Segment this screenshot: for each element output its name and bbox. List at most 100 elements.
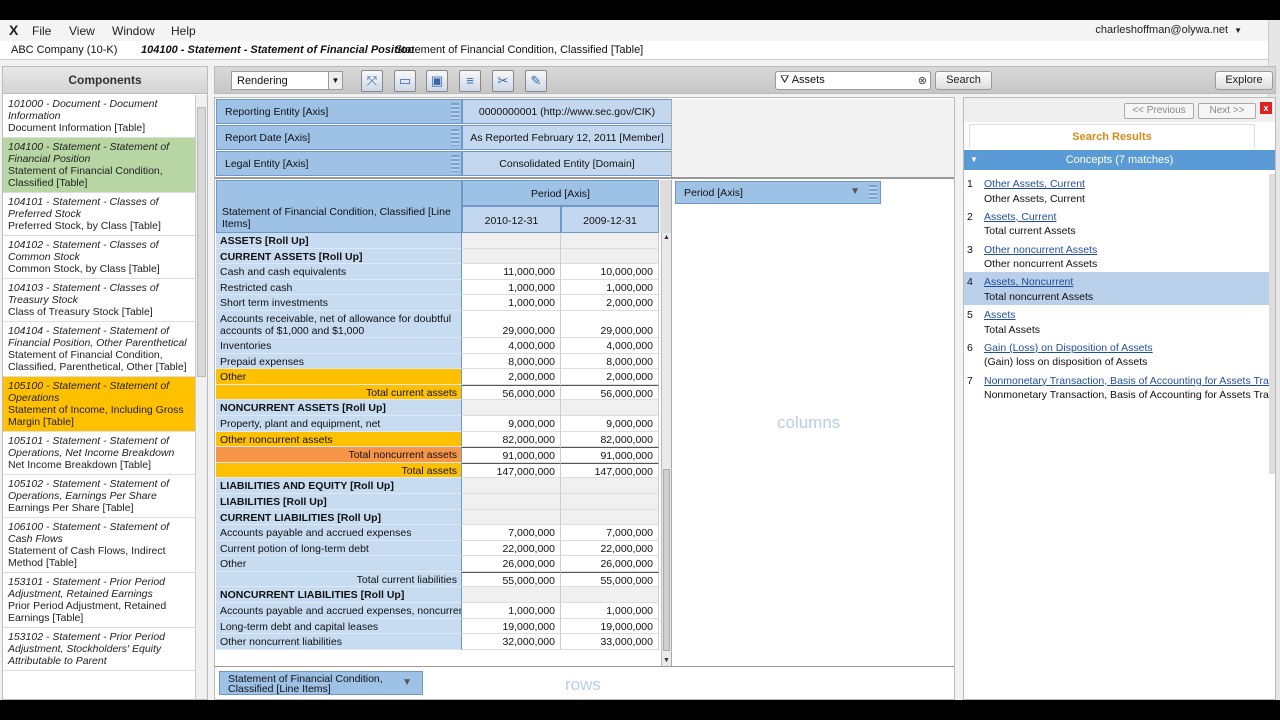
menu-view[interactable]: View xyxy=(69,24,95,38)
fact-value[interactable]: 22,000,000 xyxy=(561,540,659,557)
table-row[interactable]: Current potion of long-term debt 22,000,0… xyxy=(216,540,661,557)
scroll-down-icon[interactable]: ▼ xyxy=(662,656,671,666)
explore-button[interactable]: Explore xyxy=(1215,71,1273,90)
menu-window[interactable]: Window xyxy=(112,24,155,38)
fact-value[interactable]: 33,000,000 xyxy=(561,634,659,650)
fact-value[interactable] xyxy=(561,509,659,526)
table-row[interactable]: Long-term debt and capital leases 19,000,… xyxy=(216,618,661,635)
fact-value[interactable]: 91,000,000 xyxy=(561,447,659,463)
results-scrollbar[interactable] xyxy=(1269,174,1275,474)
axis-value[interactable]: 0000000001 (http://www.sec.gov/CIK) xyxy=(462,99,672,124)
fact-value[interactable] xyxy=(561,587,659,604)
fact-value[interactable]: 22,000,000 xyxy=(462,540,561,557)
component-item[interactable]: 104103 - Statement - Classes of Treasury… xyxy=(3,279,196,322)
fit-view-icon[interactable]: ⤧ xyxy=(361,70,383,92)
fact-value[interactable] xyxy=(462,509,561,526)
fact-value[interactable]: 82,000,000 xyxy=(462,431,561,448)
fact-value[interactable] xyxy=(561,493,659,510)
drag-handle-icon[interactable] xyxy=(451,129,459,146)
table-row[interactable]: ASSETS [Roll Up] xyxy=(216,233,661,249)
table-row[interactable]: Total noncurrent assets 91,000,000 91,000,… xyxy=(216,447,661,463)
chevron-down-icon[interactable]: ▼ xyxy=(402,678,412,688)
table-row[interactable]: CURRENT LIABILITIES [Roll Up] xyxy=(216,509,661,526)
component-item[interactable]: 106100 - Statement - Statement of Cash F… xyxy=(3,518,196,573)
tab-search-results[interactable]: Search Results xyxy=(969,124,1255,148)
fact-value[interactable]: 56,000,000 xyxy=(561,384,659,401)
result-concept-link[interactable]: Other Assets, Current xyxy=(984,177,1275,192)
fact-value[interactable]: 55,000,000 xyxy=(462,571,561,588)
table-row[interactable]: Prepaid expenses 8,000,000 8,000,000 xyxy=(216,353,661,370)
result-concept-link[interactable]: Gain (Loss) on Disposition of Assets xyxy=(984,341,1275,356)
fact-value[interactable]: 1,000,000 xyxy=(462,279,561,296)
table-row[interactable]: Cash and cash equivalents 11,000,000 10,00… xyxy=(216,264,661,280)
axis-value[interactable]: As Reported February 12, 2011 [Member] xyxy=(462,125,672,150)
fact-value[interactable]: 4,000,000 xyxy=(462,337,561,354)
fact-value[interactable]: 1,000,000 xyxy=(462,295,561,311)
table-row[interactable]: Short term investments 1,000,000 2,000,000 xyxy=(216,295,661,311)
table-row[interactable]: Total assets 147,000,000 147,000,000 xyxy=(216,462,661,479)
fact-value[interactable]: 26,000,000 xyxy=(462,556,561,572)
axis-value[interactable]: Consolidated Entity [Domain] xyxy=(462,151,672,176)
search-result-item[interactable]: 2 Assets, Current Total current Assets xyxy=(964,207,1275,240)
fact-value[interactable]: 19,000,000 xyxy=(462,618,561,635)
fact-value[interactable]: 10,000,000 xyxy=(561,264,659,280)
fact-value[interactable]: 56,000,000 xyxy=(462,384,561,401)
concepts-group-header[interactable]: ▼ Concepts (7 matches) xyxy=(964,150,1275,170)
table-view-icon[interactable]: ▭ xyxy=(394,70,416,92)
fact-value[interactable] xyxy=(462,248,561,265)
fact-value[interactable] xyxy=(561,478,659,494)
chevron-down-icon[interactable]: ▼ xyxy=(850,186,860,197)
date-header-2[interactable]: 2009-12-31 xyxy=(561,206,659,233)
search-result-item[interactable]: 6 Gain (Loss) on Disposition of Assets (Ga… xyxy=(964,338,1275,371)
fact-value[interactable]: 55,000,000 xyxy=(561,571,659,588)
axis-label[interactable]: Reporting Entity [Axis] xyxy=(216,99,462,124)
component-item[interactable]: 104100 - Statement - Statement of Financ… xyxy=(3,138,196,193)
fact-value[interactable]: 8,000,000 xyxy=(462,353,561,370)
fact-value[interactable]: 26,000,000 xyxy=(561,556,659,572)
search-result-item[interactable]: 4 Assets, Noncurrent Total noncurrent Asse… xyxy=(964,272,1275,306)
model-view-icon[interactable]: ▣ xyxy=(426,70,448,92)
table-row[interactable]: NONCURRENT ASSETS [Roll Up] xyxy=(216,400,661,416)
fact-value[interactable] xyxy=(462,400,561,416)
fact-value[interactable] xyxy=(462,478,561,494)
period-header[interactable]: Period [Axis] xyxy=(462,180,659,206)
scroll-up-icon[interactable]: ▲ xyxy=(662,233,671,243)
fact-value[interactable]: 29,000,000 xyxy=(462,310,561,338)
table-row[interactable]: Accounts payable and accrued expenses, n… xyxy=(216,603,661,619)
collapse-triangle-icon[interactable]: ▼ xyxy=(970,150,978,170)
table-row[interactable]: Accounts receivable, net of allowance fo… xyxy=(216,310,661,338)
fact-value[interactable]: 19,000,000 xyxy=(561,618,659,635)
fact-value[interactable]: 1,000,000 xyxy=(462,603,561,619)
columns-view-icon[interactable]: ≡ xyxy=(459,70,481,92)
next-button[interactable]: Next >> xyxy=(1198,103,1256,119)
search-button[interactable]: Search xyxy=(935,71,992,90)
table-row[interactable]: Other 2,000,000 2,000,000 xyxy=(216,369,661,385)
result-concept-link[interactable]: Assets xyxy=(984,308,1275,323)
component-item[interactable]: 153101 - Statement - Prior Period Adjust… xyxy=(3,573,196,628)
table-row[interactable]: Other noncurrent liabilities 32,000,000 33… xyxy=(216,634,661,650)
fact-value[interactable]: 7,000,000 xyxy=(462,525,561,541)
component-item[interactable]: 101000 - Document - Document Information… xyxy=(3,95,196,138)
fact-value[interactable]: 9,000,000 xyxy=(561,415,659,432)
fact-value[interactable] xyxy=(561,400,659,416)
rows-axis-chip[interactable]: Statement of Financial Condition, Classi… xyxy=(219,671,423,695)
table-row[interactable]: LIABILITIES [Roll Up] xyxy=(216,493,661,510)
view-select[interactable]: Rendering ▼ xyxy=(231,71,343,90)
fact-value[interactable]: 147,000,000 xyxy=(462,462,561,479)
fact-value[interactable]: 7,000,000 xyxy=(561,525,659,541)
drag-handle-icon[interactable] xyxy=(451,155,459,172)
fact-value[interactable]: 4,000,000 xyxy=(561,337,659,354)
fact-value[interactable]: 11,000,000 xyxy=(462,264,561,280)
fact-value[interactable]: 147,000,000 xyxy=(561,462,659,479)
table-row[interactable]: LIABILITIES AND EQUITY [Roll Up] xyxy=(216,478,661,494)
user-menu[interactable]: charleshoffman@olywa.net ▼ xyxy=(1095,24,1242,36)
table-row[interactable]: Total current liabilities 55,000,000 55,00… xyxy=(216,571,661,588)
fact-value[interactable] xyxy=(462,587,561,604)
search-result-item[interactable]: 1 Other Assets, Current Other Assets, Curr… xyxy=(964,174,1275,207)
component-item[interactable]: 104102 - Statement - Classes of Common S… xyxy=(3,236,196,279)
edit-icon[interactable]: ✎ xyxy=(525,70,547,92)
fact-value[interactable] xyxy=(561,248,659,265)
scrollbar-thumb[interactable] xyxy=(197,107,206,377)
fact-value[interactable] xyxy=(462,493,561,510)
previous-button[interactable]: << Previous xyxy=(1124,103,1194,119)
